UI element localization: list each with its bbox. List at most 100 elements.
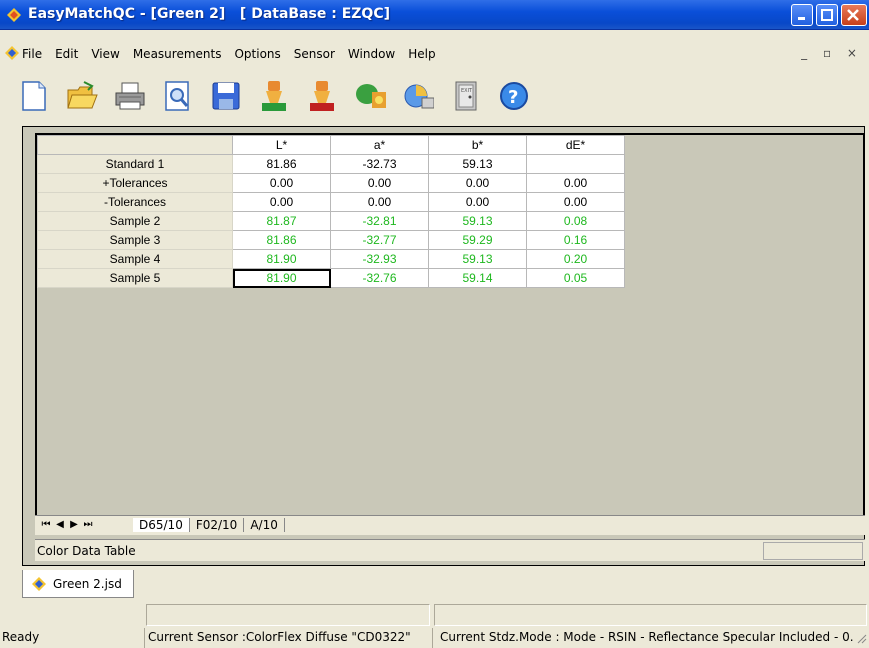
table-cell[interactable]: 81.86 (232, 154, 331, 174)
status-ready: Ready (2, 630, 40, 644)
status-sensor: Current Sensor :ColorFlex Diffuse "CD032… (148, 630, 411, 644)
column-header-a[interactable]: a* (330, 135, 429, 155)
table-cell[interactable]: -32.73 (330, 154, 429, 174)
menu-edit[interactable]: Edit (55, 47, 78, 61)
doc-tab-green2[interactable]: Green 2.jsd (22, 570, 134, 598)
close-icon (847, 9, 859, 21)
row-label[interactable]: Sample 4 (37, 249, 233, 269)
table-row[interactable]: +Tolerances 0.00 0.00 0.00 0.00 (37, 173, 625, 193)
maximize-icon (821, 9, 833, 21)
menu-sensor[interactable]: Sensor (294, 47, 335, 61)
table-row[interactable]: Standard 1 81.86 -32.73 59.13 (37, 154, 625, 174)
table-cell[interactable]: 0.16 (526, 230, 625, 250)
window-title: EasyMatchQC - [Green 2] [ DataBase : EZQ… (28, 6, 390, 22)
prev-sheet-icon[interactable]: ◀ (53, 519, 67, 530)
table-cell[interactable]: 0.05 (526, 268, 625, 288)
table-cell[interactable]: -32.81 (330, 211, 429, 231)
table-cell[interactable]: -32.93 (330, 249, 429, 269)
table-row[interactable]: Sample 4 81.90 -32.93 59.13 0.20 (37, 249, 625, 269)
color-data-table: L* a* b* dE* Standard 1 81.86 -32.73 59.13 +… (37, 135, 625, 288)
table-cell[interactable]: 81.90 (232, 249, 331, 269)
table-cell[interactable]: 59.13 (428, 249, 527, 269)
grid-corner (37, 135, 233, 155)
help-icon[interactable]: ? (498, 78, 530, 114)
app-logo-icon (7, 8, 21, 22)
minimize-button[interactable] (791, 4, 813, 26)
print-preview-icon[interactable] (162, 78, 194, 114)
menu-file[interactable]: File (22, 47, 42, 61)
new-document-icon[interactable] (18, 78, 50, 114)
table-cell[interactable]: 0.00 (232, 192, 331, 212)
resize-grip-icon[interactable] (855, 632, 867, 644)
menu-options[interactable]: Options (234, 47, 280, 61)
mdi-controls[interactable]: _ ▫ × (801, 46, 863, 60)
table-cell[interactable]: 0.00 (428, 173, 527, 193)
row-label[interactable]: Sample 5 (37, 268, 233, 288)
row-label[interactable]: Sample 3 (37, 230, 233, 250)
sheet-tab-f02[interactable]: F02/10 (190, 518, 245, 532)
title-bar[interactable]: EasyMatchQC - [Green 2] [ DataBase : EZQ… (0, 0, 869, 30)
table-cell[interactable]: 0.00 (330, 173, 429, 193)
doc-tab-label: Green 2.jsd (53, 576, 122, 591)
maximize-button[interactable] (816, 4, 838, 26)
row-label[interactable]: Sample 2 (37, 211, 233, 231)
table-cell[interactable]: 59.29 (428, 230, 527, 250)
table-row[interactable]: Sample 2 81.87 -32.81 59.13 0.08 (37, 211, 625, 231)
table-cell[interactable] (526, 154, 625, 174)
table-row[interactable]: Sample 5 81.90 -32.76 59.14 0.05 (37, 268, 625, 288)
data-label-bar: Color Data Table (35, 539, 865, 561)
table-cell[interactable]: 81.86 (232, 230, 331, 250)
menu-bar: File Edit View Measurements Options Sens… (0, 42, 869, 64)
status-bar: Ready Current Sensor :ColorFlex Diffuse … (0, 628, 869, 648)
sheet-tab-a10[interactable]: A/10 (244, 518, 285, 532)
column-header-b[interactable]: b* (428, 135, 527, 155)
table-cell[interactable]: 0.00 (428, 192, 527, 212)
table-cell[interactable]: 0.08 (526, 211, 625, 231)
table-cell[interactable]: 59.13 (428, 154, 527, 174)
data-table-label: Color Data Table (37, 544, 136, 558)
exit-door-icon[interactable]: EXIT (450, 78, 482, 114)
table-cell[interactable]: 0.00 (526, 173, 625, 193)
save-icon[interactable] (210, 78, 242, 114)
row-label[interactable]: -Tolerances (37, 192, 233, 212)
column-header-dE[interactable]: dE* (526, 135, 625, 155)
column-header-L[interactable]: L* (232, 135, 331, 155)
menu-help[interactable]: Help (408, 47, 435, 61)
measure-standard-icon[interactable] (258, 78, 290, 114)
menu-measurements[interactable]: Measurements (133, 47, 222, 61)
menu-view[interactable]: View (91, 47, 119, 61)
table-cell[interactable]: 81.90 (232, 268, 331, 288)
table-cell[interactable]: -32.76 (330, 268, 429, 288)
status-pane-blank-2 (434, 604, 867, 626)
row-label[interactable]: +Tolerances (37, 173, 233, 193)
document-logo-icon[interactable] (4, 45, 20, 61)
row-label[interactable]: Standard 1 (37, 154, 233, 174)
sheet-tab-d65[interactable]: D65/10 (133, 518, 190, 532)
table-cell[interactable]: -32.77 (330, 230, 429, 250)
last-sheet-icon[interactable]: ⏭ (81, 519, 95, 530)
status-panel-upper (0, 604, 869, 626)
table-cell[interactable]: 59.14 (428, 268, 527, 288)
minimize-icon (798, 17, 805, 20)
toolbar: EXIT ? (18, 74, 546, 118)
table-cell[interactable]: 81.87 (232, 211, 331, 231)
menu-window[interactable]: Window (348, 47, 395, 61)
table-row[interactable]: -Tolerances 0.00 0.00 0.00 0.00 (37, 192, 625, 212)
standardize-icon[interactable] (402, 78, 434, 114)
table-cell[interactable]: 0.20 (526, 249, 625, 269)
document-logo-icon (32, 576, 46, 591)
table-cell[interactable]: 0.00 (330, 192, 429, 212)
first-sheet-icon[interactable]: ⏮ (39, 519, 53, 530)
print-icon[interactable] (114, 78, 146, 114)
table-cell[interactable]: 0.00 (232, 173, 331, 193)
table-cell[interactable]: 59.13 (428, 211, 527, 231)
table-cell[interactable]: 0.00 (526, 192, 625, 212)
sensor-icon[interactable] (354, 78, 386, 114)
next-sheet-icon[interactable]: ▶ (67, 519, 81, 530)
svg-text:?: ? (508, 87, 518, 108)
open-folder-icon[interactable] (66, 78, 98, 114)
measure-sample-icon[interactable] (306, 78, 338, 114)
status-pane-blank-1 (146, 604, 430, 626)
close-button[interactable] (841, 4, 867, 26)
table-row[interactable]: Sample 3 81.86 -32.77 59.29 0.16 (37, 230, 625, 250)
